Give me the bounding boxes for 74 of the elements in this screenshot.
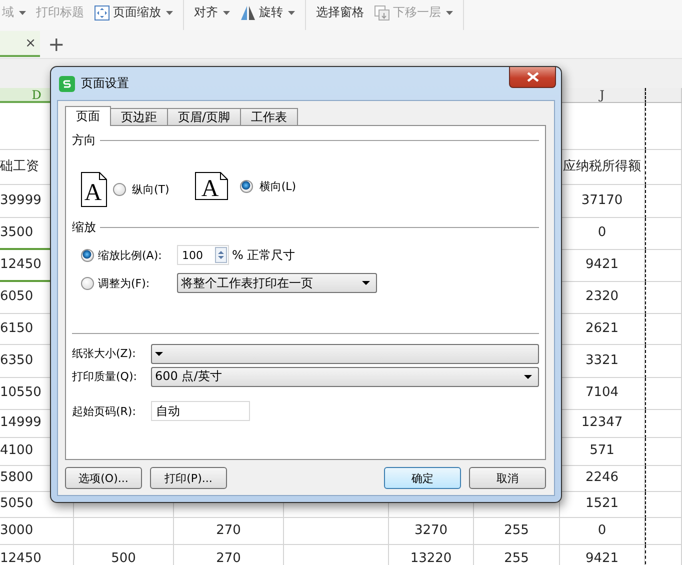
tab[interactable]: 页面 [65, 106, 111, 126]
button[interactable]: 取消 [469, 467, 546, 489]
table-cell: 255 [474, 518, 560, 545]
button[interactable]: 打印(P)... [150, 467, 227, 489]
tab[interactable]: 页眉/页脚 [167, 108, 242, 125]
tab[interactable]: 工作表 [240, 108, 298, 125]
window-title: 页面设置 [81, 75, 129, 92]
radio-button[interactable] [81, 276, 94, 290]
app-icon [59, 76, 75, 92]
table-cell [645, 250, 682, 282]
layers-icon [374, 4, 390, 20]
page-icon: A [195, 172, 228, 200]
button[interactable]: 选项(O)... [65, 467, 142, 489]
table-cell: 270 [174, 545, 284, 565]
radio-button[interactable] [113, 183, 126, 196]
dropdown[interactable]: 600 点/英寸 [151, 366, 539, 386]
toolbar-button[interactable]: 页面缩放 [92, 3, 175, 22]
table-cell [645, 218, 682, 250]
table-cell: 3000 [0, 518, 74, 545]
close-button[interactable]: × [25, 36, 36, 50]
caret-icon [362, 281, 370, 285]
table-cell: 255 [474, 545, 560, 565]
table-cell [645, 314, 682, 345]
table-cell [645, 492, 682, 518]
input-field[interactable]: 自动 [151, 401, 250, 421]
dropdown[interactable]: 将整个工作表打印在一页 [177, 273, 377, 293]
table-cell: 12450 [0, 545, 74, 565]
group-title: 方向 [72, 132, 96, 148]
group-title: 缩放 [72, 218, 96, 236]
table-cell [645, 378, 682, 410]
field-label: 起始页码(R): [72, 404, 137, 418]
toolbar-button[interactable]: 对齐 [192, 3, 232, 22]
table-cell [645, 466, 682, 492]
table-cell [645, 282, 682, 314]
resize-icon [94, 4, 110, 20]
caret-icon [524, 374, 532, 378]
table-cell: 270 [174, 518, 284, 545]
radio-button[interactable] [240, 180, 254, 192]
table-cell [645, 185, 682, 218]
field-label: 打印质量(Q): [72, 369, 138, 384]
sheet-tab[interactable]: × [0, 31, 40, 57]
field-label: 纸张大小(Z): [72, 346, 137, 361]
table-cell: 9421 [560, 545, 645, 565]
tab[interactable]: 页边距 [110, 108, 168, 125]
radio-label: 调整为(F): [98, 276, 151, 290]
column-header[interactable]: J [560, 88, 645, 103]
table-cell [645, 103, 682, 150]
radio-label: 横向(L) [259, 178, 296, 194]
radio-button[interactable] [81, 248, 94, 262]
close-icon [526, 72, 538, 82]
rotate-icon [240, 4, 256, 20]
spinner-icon [215, 247, 227, 263]
caret-icon [155, 352, 163, 356]
unit-label: % 正常尺寸 [232, 246, 296, 264]
button[interactable]: 确定 [384, 467, 461, 489]
column-header[interactable] [645, 88, 682, 103]
radio-label: 缩放比例(A): [98, 248, 163, 262]
table-cell [645, 438, 682, 466]
table-cell: 3270 [389, 518, 474, 545]
radio-label: 纵向(T) [132, 182, 170, 197]
table-cell: 500 [74, 545, 174, 565]
toolbar-button[interactable]: 旋转 [238, 3, 297, 22]
table-cell [645, 345, 682, 378]
table-cell [645, 150, 682, 185]
table-cell: 0 [560, 518, 645, 545]
dropdown[interactable] [151, 344, 539, 364]
table-cell [645, 410, 682, 438]
page-icon: A [81, 172, 107, 207]
add-sheet-button[interactable]: + [48, 34, 65, 54]
table-cell [645, 518, 682, 545]
close-button[interactable] [509, 67, 556, 88]
toolbar-button[interactable]: 选择窗格 [314, 3, 366, 22]
table-cell: 13220 [389, 545, 474, 565]
spin-field[interactable]: 100 [177, 245, 229, 265]
